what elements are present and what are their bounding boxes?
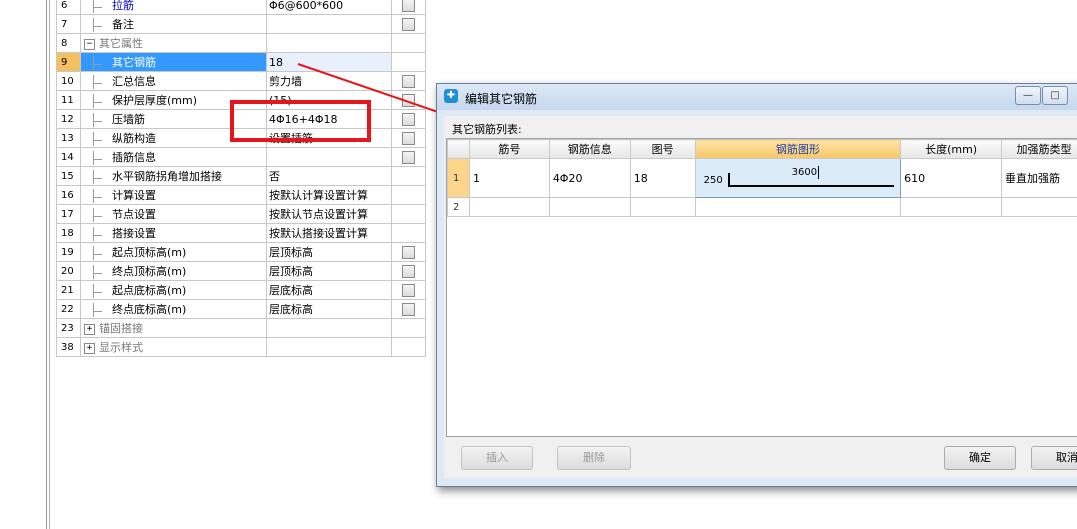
maximize-button[interactable]: □ — [1042, 86, 1068, 105]
rebar-info-cell[interactable] — [548, 197, 631, 217]
shape-dimension-left: 250 — [703, 175, 723, 186]
ok-button[interactable]: 确定 — [944, 446, 1016, 470]
figure-number-cell[interactable] — [629, 197, 696, 217]
rebar-list-label: 其它钢筋列表: — [452, 123, 522, 136]
column-header[interactable]: 加强筋类型 — [1001, 139, 1077, 159]
rebar-shape-cell[interactable]: 250 3600 — [694, 158, 902, 198]
column-header[interactable]: 图号 — [629, 139, 696, 159]
column-header[interactable]: 长度(mm) — [900, 139, 1003, 159]
text-caret — [817, 166, 819, 179]
rebar-table: 筋号 钢筋信息 图号 钢筋图形 长度(mm) 加强筋类型 1 1 4Φ20 18 250 3600 6… — [447, 139, 1077, 217]
reinforcement-type-cell[interactable]: 垂直加强筋 — [1001, 158, 1077, 198]
delete-button[interactable]: 删除 — [557, 446, 631, 470]
length-cell[interactable] — [900, 197, 1003, 217]
row-number[interactable]: 1 — [447, 158, 470, 198]
column-header[interactable]: 钢筋信息 — [548, 139, 631, 159]
shape-dimension-top[interactable]: 3600 — [792, 167, 817, 178]
rebar-row[interactable]: 2 — [447, 197, 1077, 217]
column-header[interactable] — [447, 139, 470, 159]
reinforcement-type-cell[interactable] — [1001, 197, 1077, 217]
rebar-info-cell[interactable]: 4Φ20 — [548, 158, 631, 198]
bar-number-cell[interactable] — [468, 197, 550, 217]
column-header[interactable]: 筋号 — [468, 139, 550, 159]
row-number[interactable]: 2 — [447, 197, 470, 217]
bar-number-cell[interactable]: 1 — [468, 158, 550, 198]
rebar-shape-cell[interactable] — [694, 197, 902, 217]
figure-number-cell[interactable]: 18 — [629, 158, 696, 198]
rebar-row[interactable]: 1 1 4Φ20 18 250 3600 610 垂直加强筋 — [447, 158, 1077, 198]
app-icon: ✚ — [444, 89, 458, 103]
cancel-button[interactable]: 取消 — [1031, 446, 1077, 470]
rebar-table-container: 筋号 钢筋信息 图号 钢筋图形 长度(mm) 加强筋类型 1 1 4Φ20 18 250 3600 6… — [446, 138, 1077, 437]
dialog-title: 编辑其它钢筋 — [465, 92, 538, 106]
edit-other-rebar-dialog: ✚ 编辑其它钢筋 — □ 其它钢筋列表: 筋号 钢筋信息 图号 钢筋图形 长度(mm) 加… — [436, 83, 1077, 487]
length-cell[interactable]: 610 — [900, 158, 1003, 198]
dialog-client: 其它钢筋列表: 筋号 钢筋信息 图号 钢筋图形 长度(mm) 加强筋类型 1 1 4Φ20 18… — [444, 116, 1077, 478]
column-header[interactable]: 钢筋图形 — [694, 139, 902, 159]
minimize-button[interactable]: — — [1015, 86, 1041, 105]
dialog-titlebar[interactable]: ✚ 编辑其它钢筋 — □ — [437, 84, 1077, 110]
insert-button[interactable]: 插入 — [461, 446, 533, 470]
